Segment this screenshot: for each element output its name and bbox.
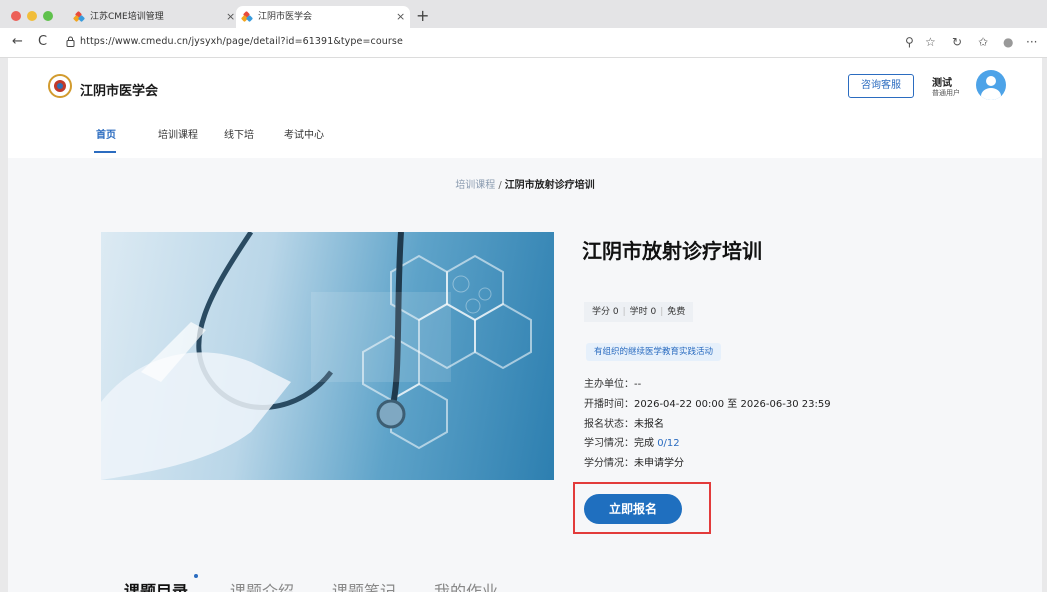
course-banner-image bbox=[101, 232, 554, 480]
close-window-button[interactable] bbox=[11, 11, 21, 21]
back-arrow-icon[interactable]: ← bbox=[12, 34, 23, 50]
course-detail-tabs: 课题目录 课题介绍 课题笔记 我的作业 bbox=[8, 574, 1042, 592]
tab-title: 江阴市医学会 bbox=[258, 12, 313, 22]
info-credit-status: 学分情况：未申请学分 bbox=[584, 458, 684, 469]
more-icon[interactable]: ··· bbox=[1026, 35, 1037, 49]
breadcrumb-current: 江阴市放射诊疗培训 bbox=[504, 180, 595, 191]
info-study-progress: 学习情况：完成 0/12 bbox=[584, 438, 680, 449]
refresh-icon[interactable]: ↻ bbox=[952, 35, 962, 49]
breadcrumb: 培训课程 / 江阴市放射诊疗培训 bbox=[8, 176, 1042, 191]
web-page: 江阴市医学会 咨询客服 测试 普通用户 首页 培训课程 线下培 考试中心 培训课… bbox=[8, 58, 1042, 592]
favorites-icon[interactable]: ✩ bbox=[978, 35, 988, 49]
url-field[interactable]: https://www.cmedu.cn/jysyxh/page/detail?… bbox=[80, 36, 403, 47]
tab-close-icon[interactable]: × bbox=[396, 6, 405, 28]
tab-title: 江苏CME培训管理 bbox=[90, 12, 164, 22]
breadcrumb-parent[interactable]: 培训课程 bbox=[455, 180, 495, 191]
nav-active-indicator bbox=[94, 151, 116, 153]
browser-tab-strip: 江苏CME培训管理 × 江阴市医学会 × + bbox=[0, 0, 1047, 28]
site-logo[interactable] bbox=[48, 74, 72, 98]
site-favicon-icon bbox=[240, 10, 254, 23]
tab-course-catalog[interactable]: 课题目录 bbox=[124, 578, 188, 592]
minimize-window-button[interactable] bbox=[27, 11, 37, 21]
browser-tab-jyyxh[interactable]: 江阴市医学会 × bbox=[236, 6, 410, 28]
price-stat: 免费 bbox=[667, 307, 686, 317]
course-stats: 学分 0 | 学时 0 | 免费 bbox=[584, 302, 694, 322]
star-icon[interactable]: ☆ bbox=[925, 35, 936, 49]
nav-offline[interactable]: 线下培 bbox=[224, 126, 254, 141]
site-favicon-icon bbox=[72, 10, 86, 23]
tab-course-notes[interactable]: 课题笔记 bbox=[332, 578, 396, 592]
info-enroll-status: 报名状态：未报名 bbox=[584, 419, 664, 430]
nav-exam-center[interactable]: 考试中心 bbox=[284, 126, 324, 141]
hours-stat: 学时 0 bbox=[629, 307, 657, 317]
tab-my-homework[interactable]: 我的作业 bbox=[434, 578, 498, 592]
info-broadcast-time: 开播时间：2026-04-22 00:00 至 2026-06-30 23:59 bbox=[584, 399, 831, 410]
breadcrumb-separator: / bbox=[498, 180, 502, 191]
activity-type-badge: 有组织的继续医学教育实践活动 bbox=[586, 343, 722, 361]
nav-training-courses[interactable]: 培训课程 bbox=[158, 126, 198, 141]
user-role: 普通用户 bbox=[932, 89, 960, 97]
active-tab-dot bbox=[194, 574, 198, 578]
avatar[interactable] bbox=[976, 70, 1006, 100]
site-info-icon[interactable] bbox=[66, 36, 75, 47]
reload-icon[interactable]: C bbox=[38, 34, 47, 50]
nav-home[interactable]: 首页 bbox=[96, 126, 116, 141]
consult-service-button[interactable]: 咨询客服 bbox=[848, 74, 914, 98]
browser-tab-cme[interactable]: 江苏CME培训管理 × bbox=[68, 6, 238, 28]
credit-stat: 学分 0 bbox=[592, 307, 619, 317]
new-tab-button[interactable]: + bbox=[416, 8, 429, 24]
main-nav: 首页 培训课程 线下培 考试中心 bbox=[8, 118, 1042, 153]
address-bar: ← C https://www.cmedu.cn/jysyxh/page/det… bbox=[0, 28, 1047, 58]
tab-course-intro[interactable]: 课题介绍 bbox=[230, 578, 294, 592]
key-icon[interactable]: ⚲ bbox=[905, 35, 914, 49]
site-name[interactable]: 江阴市医学会 bbox=[80, 80, 158, 99]
maximize-window-button[interactable] bbox=[43, 11, 53, 21]
user-name: 测试 bbox=[932, 78, 952, 89]
site-header: 江阴市医学会 咨询客服 测试 普通用户 首页 培训课程 线下培 考试中心 bbox=[8, 58, 1042, 158]
profile-icon[interactable]: ● bbox=[1003, 35, 1013, 49]
enroll-now-button[interactable]: 立即报名 bbox=[584, 494, 682, 524]
info-organizer: 主办单位：-- bbox=[584, 379, 642, 390]
tab-close-icon[interactable]: × bbox=[226, 6, 235, 28]
course-title: 江阴市放射诊疗培训 bbox=[582, 239, 762, 263]
